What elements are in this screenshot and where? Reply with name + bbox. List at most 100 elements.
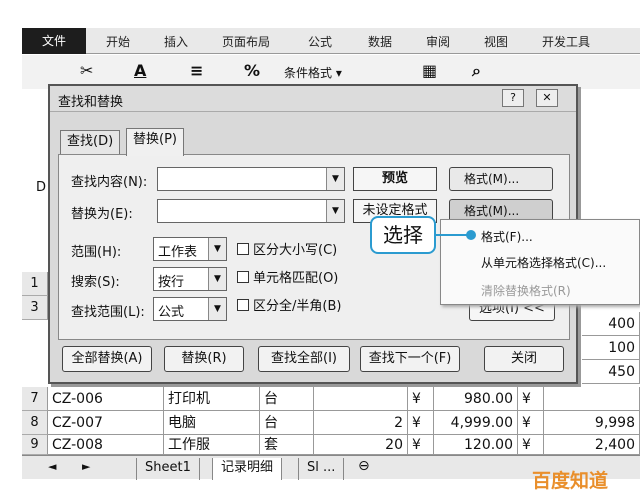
tab-developer[interactable]: 开发工具 — [542, 33, 590, 50]
cell-name[interactable]: 电脑 — [164, 411, 260, 435]
callout-dot — [466, 230, 476, 240]
match-cell-label: 单元格匹配(O) — [253, 271, 339, 286]
align-icon[interactable]: ≡ — [190, 61, 203, 80]
replace-all-button[interactable]: 全部替换(A) — [62, 346, 152, 372]
match-width-checkbox[interactable]: 区分全/半角(B) — [237, 295, 341, 314]
find-format-button[interactable]: 格式(M)... — [449, 167, 553, 191]
close-icon[interactable]: ✕ — [536, 89, 558, 107]
tab-file[interactable]: 文件 — [22, 28, 86, 54]
percent-icon[interactable]: % — [244, 61, 260, 80]
find-all-button[interactable]: 查找全部(I) — [258, 346, 350, 372]
search-select[interactable]: 按行 ▼ — [153, 267, 227, 291]
row-header-3[interactable]: 3 — [22, 296, 48, 320]
tab-insert[interactable]: 插入 — [164, 33, 188, 50]
row-header-9[interactable]: 9 — [22, 435, 48, 455]
scope-label: 范围(H): — [71, 245, 122, 260]
cell-unit[interactable]: 台 — [260, 387, 314, 411]
preview-box: 预览 — [353, 167, 437, 191]
sheet-tab-more[interactable]: Sl ... — [298, 458, 345, 480]
menu-item-clear-format: 清除替换格式(R) — [481, 284, 571, 298]
column-header-d[interactable]: D — [36, 180, 46, 195]
find-next-button[interactable]: 查找下一个(F) — [360, 346, 460, 372]
cell-code[interactable]: CZ-008 — [48, 435, 164, 455]
cell-qty[interactable] — [314, 387, 408, 411]
search-value: 按行 — [158, 275, 185, 290]
replace-with-label: 替换为(E): — [71, 207, 133, 222]
search-label: 搜索(S): — [71, 275, 120, 290]
tab-formulas[interactable]: 公式 — [308, 33, 332, 50]
checkbox-icon[interactable] — [237, 271, 249, 283]
cell-price[interactable]: 980.00 — [434, 387, 518, 411]
tab-find[interactable]: 查找(D) — [60, 130, 121, 154]
replace-button[interactable]: 替换(R) — [164, 346, 244, 372]
chevron-down-icon[interactable]: ▼ — [208, 298, 226, 320]
cell-price[interactable]: 120.00 — [434, 435, 518, 455]
cell-currency[interactable]: ¥ — [408, 411, 434, 435]
cell-total[interactable]: 2,400 — [544, 435, 640, 455]
conditional-format-button[interactable]: 条件格式 ▾ — [284, 64, 342, 81]
cell-code[interactable]: CZ-006 — [48, 387, 164, 411]
row-header-1[interactable]: 1 — [22, 272, 48, 296]
cell-total[interactable]: 9,998 — [544, 411, 640, 435]
match-case-label: 区分大小写(C) — [253, 243, 338, 258]
ribbon-tab-bar: 文件 开始 插入 页面布局 公式 数据 审阅 视图 开发工具 — [22, 28, 640, 54]
cell-partial[interactable]: 450 — [582, 360, 640, 384]
chevron-down-icon[interactable]: ▼ — [208, 238, 226, 260]
find-binoculars-icon[interactable]: ⌕ — [472, 61, 481, 81]
scroll-left-icon[interactable]: ◄ — [48, 460, 56, 473]
cell-code[interactable]: CZ-007 — [48, 411, 164, 435]
cell-currency[interactable]: ¥ — [518, 387, 544, 411]
match-case-checkbox[interactable]: 区分大小写(C) — [237, 239, 337, 258]
tab-view[interactable]: 视图 — [484, 33, 508, 50]
match-cell-checkbox[interactable]: 单元格匹配(O) — [237, 267, 338, 286]
checkbox-icon[interactable] — [237, 299, 249, 311]
tab-replace[interactable]: 替换(P) — [126, 128, 184, 156]
row-header-8[interactable]: 8 — [22, 411, 48, 435]
table-icon[interactable]: ▦ — [422, 61, 437, 80]
checkbox-icon[interactable] — [237, 243, 249, 255]
cell-currency[interactable]: ¥ — [518, 435, 544, 455]
cell-qty[interactable]: 2 — [314, 411, 408, 435]
scope-select[interactable]: 工作表 ▼ — [153, 237, 227, 261]
cell-currency[interactable]: ¥ — [408, 387, 434, 411]
scroll-right-icon[interactable]: ► — [82, 460, 90, 473]
excel-window: 文件 开始 插入 页面布局 公式 数据 审阅 视图 开发工具 ✂ A ≡ % 条… — [0, 0, 640, 499]
menu-item-format[interactable]: 格式(F)... — [481, 228, 533, 245]
find-what-input[interactable]: ▼ — [157, 167, 345, 191]
tab-review[interactable]: 审阅 — [426, 33, 450, 50]
dialog-titlebar[interactable]: 查找和替换 ? ✕ — [50, 86, 576, 112]
tab-data[interactable]: 数据 — [368, 33, 392, 50]
cut-icon[interactable]: ✂ — [80, 61, 93, 80]
sheet-tab-record-detail[interactable]: 记录明细 — [212, 458, 283, 480]
tab-home[interactable]: 开始 — [106, 33, 130, 50]
sheet-tab-sheet1[interactable]: Sheet1 — [136, 458, 200, 480]
scope-value: 工作表 — [158, 245, 198, 260]
replace-with-input[interactable]: ▼ — [157, 199, 345, 223]
look-in-select[interactable]: 公式 ▼ — [153, 297, 227, 321]
cell-unit[interactable]: 套 — [260, 435, 314, 455]
chevron-down-icon[interactable]: ▼ — [326, 168, 344, 190]
select-callout: 选择 — [370, 216, 436, 254]
cell-currency[interactable]: ¥ — [408, 435, 434, 455]
cell-unit[interactable]: 台 — [260, 411, 314, 435]
callout-pointer — [436, 234, 468, 236]
look-in-value: 公式 — [158, 305, 185, 320]
cell-name[interactable]: 工作服 — [164, 435, 260, 455]
font-color-icon[interactable]: A — [134, 61, 146, 80]
tab-page-layout[interactable]: 页面布局 — [222, 33, 270, 50]
cell-price[interactable]: 4,999.00 — [434, 411, 518, 435]
menu-item-choose-from-cell[interactable]: 从单元格选择格式(C)... — [481, 254, 606, 271]
cell-qty[interactable]: 20 — [314, 435, 408, 455]
row-header-7[interactable]: 7 — [22, 387, 48, 411]
close-button[interactable]: 关闭 — [484, 346, 564, 372]
look-in-label: 查找范围(L): — [71, 305, 145, 320]
chevron-down-icon[interactable]: ▼ — [326, 200, 344, 222]
cell-name[interactable]: 打印机 — [164, 387, 260, 411]
help-button[interactable]: ? — [502, 89, 524, 107]
cell-partial[interactable]: 100 — [582, 336, 640, 360]
cell-partial[interactable]: 400 — [582, 312, 640, 336]
cell-total[interactable] — [544, 387, 640, 411]
cell-currency[interactable]: ¥ — [518, 411, 544, 435]
chevron-down-icon[interactable]: ▼ — [208, 268, 226, 290]
horizontal-scrollbar[interactable]: ⊖ — [358, 458, 370, 474]
